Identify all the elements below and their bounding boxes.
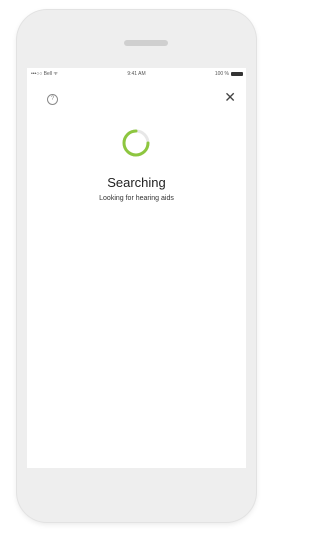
app-screen: •••○○ Bell ᯤ 9:41 AM 100 % ? ✕ Searching… bbox=[27, 68, 246, 468]
close-button[interactable]: ✕ bbox=[224, 90, 236, 104]
phone-frame: •••○○ Bell ᯤ 9:41 AM 100 % ? ✕ Searching… bbox=[17, 10, 256, 522]
page-title: Searching bbox=[107, 175, 166, 190]
status-time: 9:41 AM bbox=[127, 71, 146, 77]
battery-status: 100 % bbox=[215, 71, 243, 77]
page-subtitle: Looking for hearing aids bbox=[99, 195, 174, 202]
loading-spinner-icon bbox=[122, 129, 150, 157]
battery-icon bbox=[231, 72, 243, 76]
battery-percent: 100 % bbox=[214, 71, 229, 77]
status-bar: •••○○ Bell ᯤ 9:41 AM 100 % bbox=[27, 68, 246, 80]
close-icon: ✕ bbox=[224, 89, 236, 105]
help-button[interactable]: ? bbox=[47, 94, 58, 105]
phone-speaker bbox=[124, 40, 168, 46]
question-circle-icon: ? bbox=[50, 96, 55, 102]
